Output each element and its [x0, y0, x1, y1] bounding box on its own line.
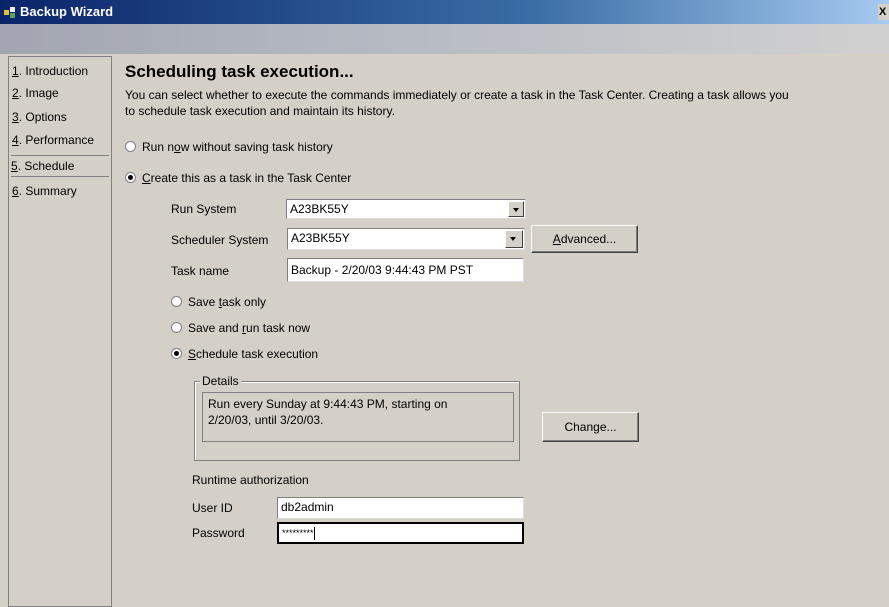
- page-title: Scheduling task execution...: [125, 62, 354, 81]
- radio-mnemonic: S: [188, 347, 197, 361]
- scheduler-system-combo[interactable]: A23BK55Y: [287, 228, 525, 250]
- radio-mnemonic: C: [142, 171, 151, 185]
- close-icon: X: [879, 6, 887, 18]
- close-button[interactable]: X: [878, 4, 889, 20]
- sidebar-item-introduction[interactable]: 1. Introduction: [12, 60, 112, 82]
- radio-label: Run n: [142, 140, 175, 154]
- wizard-app-icon: [4, 7, 15, 18]
- password-label: Password: [192, 526, 245, 540]
- sidebar-item-schedule[interactable]: 5. Schedule: [11, 155, 109, 177]
- run-system-label: Run System: [171, 202, 237, 216]
- sidebar-item-options[interactable]: 3. Options: [12, 106, 112, 128]
- run-now-radio[interactable]: Run now without saving task history: [125, 139, 333, 155]
- radio-indicator: [171, 296, 182, 307]
- step-number: 1: [12, 64, 19, 78]
- radio-label: Save: [188, 295, 219, 309]
- radio-label: un task now: [246, 321, 311, 335]
- radio-indicator: [171, 348, 182, 359]
- runtime-authorization-label: Runtime authorization: [192, 473, 309, 487]
- step-number: 2: [12, 86, 19, 100]
- description-line: You can select whether to execute the co…: [125, 88, 789, 102]
- main-panel: Scheduling task execution... You can sel…: [112, 56, 889, 607]
- details-line: 2/20/03, until 3/20/03.: [208, 413, 324, 427]
- sidebar-item-performance[interactable]: 4. Performance: [12, 129, 112, 151]
- radio-label: reate this as a task in the Task Center: [150, 171, 352, 185]
- radio-indicator: [125, 141, 136, 152]
- step-number: 3: [12, 110, 19, 124]
- radio-label: ask only: [222, 295, 267, 309]
- task-name-input[interactable]: Backup - 2/20/03 9:44:43 PM PST: [287, 258, 524, 282]
- radio-label: Save and: [188, 321, 243, 335]
- step-label: . Options: [18, 110, 67, 124]
- sidebar-item-image[interactable]: 2. Image: [12, 82, 112, 104]
- step-label: . Summary: [18, 184, 77, 198]
- radio-label: chedule task execution: [196, 347, 319, 361]
- wizard-steps-sidebar: 1. Introduction 2. Image 3. Options 4. P…: [8, 56, 112, 607]
- step-number: 4: [12, 133, 19, 147]
- page-description: You can select whether to execute the co…: [125, 87, 889, 119]
- task-name-value: Backup - 2/20/03 9:44:43 PM PST: [291, 263, 474, 277]
- run-system-combo[interactable]: A23BK55Y: [286, 199, 526, 219]
- radio-indicator: [171, 322, 182, 333]
- step-label: . Introduction: [18, 64, 89, 78]
- chevron-down-icon[interactable]: [505, 230, 523, 248]
- run-system-value: A23BK55Y: [290, 202, 349, 216]
- window-title: Backup Wizard: [20, 4, 114, 19]
- user-id-value: db2admin: [281, 500, 334, 514]
- button-label: dvanced...: [560, 232, 617, 246]
- description-line: to schedule task execution and maintain …: [125, 104, 395, 118]
- step-label: . Performance: [18, 133, 95, 147]
- details-line: Run every Sunday at 9:44:43 PM, starting…: [208, 397, 448, 411]
- scheduler-system-label: Scheduler System: [171, 233, 269, 247]
- step-label: . Image: [18, 86, 59, 100]
- step-number: 6: [12, 184, 19, 198]
- button-mnemonic: A: [552, 232, 561, 246]
- radio-indicator: [125, 172, 136, 183]
- change-button[interactable]: Change...: [542, 412, 639, 442]
- step-number: 5: [11, 159, 18, 173]
- schedule-task-radio[interactable]: Schedule task execution: [171, 346, 318, 362]
- user-id-input[interactable]: db2admin: [277, 497, 524, 519]
- password-value: *********: [282, 528, 314, 538]
- scheduler-system-value: A23BK55Y: [291, 231, 350, 245]
- task-name-label: Task name: [171, 264, 230, 278]
- advanced-button[interactable]: Advanced...: [531, 225, 638, 253]
- save-task-only-radio[interactable]: Save task only: [171, 294, 266, 310]
- password-input[interactable]: *********: [277, 522, 524, 544]
- title-bar: Backup Wizard X: [0, 0, 889, 24]
- sidebar-item-summary[interactable]: 6. Summary: [12, 180, 112, 202]
- title-bar-extension: [0, 24, 889, 54]
- text-cursor: [313, 527, 315, 540]
- radio-mnemonic: o: [174, 140, 181, 154]
- step-label: . Schedule: [17, 159, 75, 173]
- schedule-details-text: Run every Sunday at 9:44:43 PM, starting…: [202, 392, 514, 442]
- details-legend: Details: [200, 373, 241, 389]
- user-id-label: User ID: [192, 501, 233, 515]
- save-and-run-radio[interactable]: Save and run task now: [171, 320, 310, 336]
- create-task-radio[interactable]: Create this as a task in the Task Center: [125, 170, 351, 186]
- radio-label: w without saving task history: [180, 140, 333, 154]
- chevron-down-icon[interactable]: [508, 201, 524, 217]
